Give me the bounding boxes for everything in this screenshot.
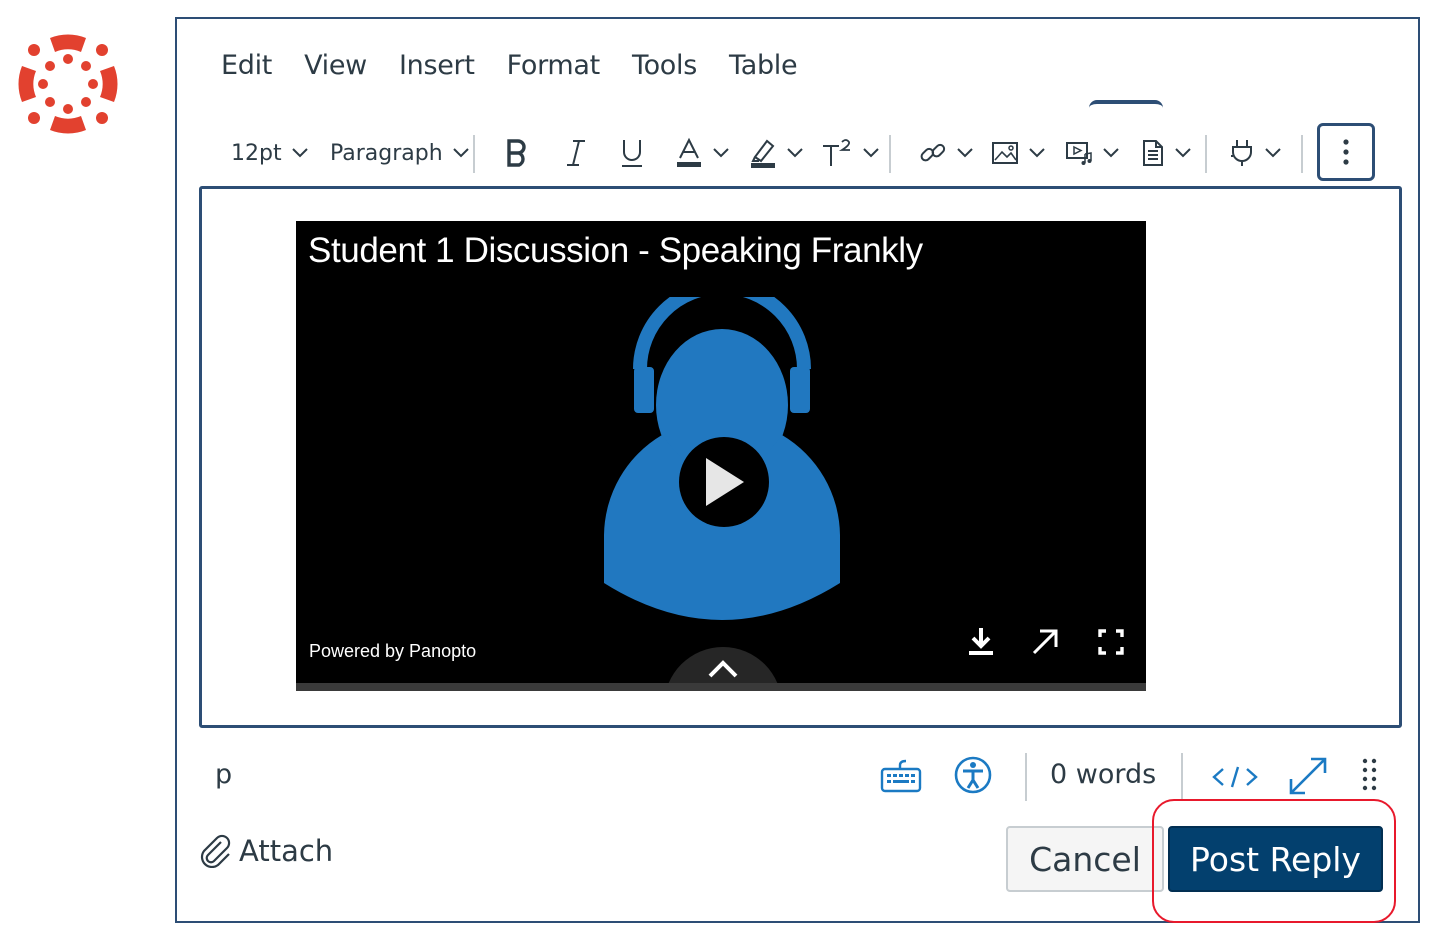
chevron-down-icon bbox=[1029, 148, 1045, 158]
document-button[interactable] bbox=[1141, 121, 1191, 185]
font-size-value: 12pt bbox=[231, 140, 282, 166]
chevron-up-icon bbox=[708, 660, 738, 678]
chevron-down-icon bbox=[1265, 148, 1281, 158]
post-reply-button[interactable]: Post Reply bbox=[1168, 826, 1383, 892]
more-options-button[interactable] bbox=[1317, 123, 1375, 181]
more-options-icon bbox=[1343, 139, 1349, 165]
document-icon bbox=[1143, 140, 1163, 166]
menu-edit[interactable]: Edit bbox=[221, 47, 272, 85]
resize-handle-icon[interactable] bbox=[1361, 757, 1379, 793]
attach-button[interactable]: Attach bbox=[199, 834, 333, 868]
download-icon[interactable] bbox=[964, 625, 998, 659]
underline-button[interactable] bbox=[619, 121, 645, 185]
attach-label: Attach bbox=[239, 834, 334, 868]
powered-by-label: Powered by Panopto bbox=[309, 641, 477, 661]
toolbar-divider bbox=[1205, 135, 1207, 173]
image-icon bbox=[992, 142, 1018, 164]
statusbar-divider bbox=[1181, 753, 1183, 801]
italic-button[interactable] bbox=[565, 121, 587, 185]
text-color-button[interactable] bbox=[675, 121, 729, 185]
editor-toolbar: 12pt Paragraph bbox=[177, 121, 1418, 185]
bold-icon bbox=[507, 139, 526, 167]
cancel-button[interactable]: Cancel bbox=[1006, 826, 1164, 892]
toolbar-divider bbox=[1301, 135, 1303, 173]
open-external-icon[interactable] bbox=[1028, 625, 1062, 659]
embedded-video-player[interactable]: Student 1 Discussion - Speaking Frankly … bbox=[296, 221, 1146, 691]
plug-icon bbox=[1231, 140, 1252, 166]
fullscreen-editor-icon[interactable] bbox=[1287, 755, 1329, 797]
element-path[interactable]: p bbox=[215, 759, 232, 790]
font-size-select[interactable]: 12pt bbox=[231, 121, 308, 185]
image-button[interactable] bbox=[991, 121, 1045, 185]
canvas-logo-icon bbox=[18, 34, 118, 134]
rich-content-editor[interactable]: Student 1 Discussion - Speaking Frankly … bbox=[199, 186, 1402, 728]
menu-table[interactable]: Table bbox=[729, 47, 798, 85]
chevron-down-icon bbox=[1103, 148, 1119, 158]
underline-icon bbox=[622, 140, 642, 167]
chevron-down-icon bbox=[713, 148, 729, 158]
link-button[interactable] bbox=[919, 121, 973, 185]
media-icon bbox=[1066, 142, 1092, 165]
menu-insert[interactable]: Insert bbox=[399, 47, 475, 85]
link-icon bbox=[920, 143, 946, 162]
video-title: Student 1 Discussion - Speaking Frankly bbox=[308, 231, 923, 270]
editor-statusbar: p 0 words bbox=[177, 751, 1418, 801]
accessibility-checker-icon[interactable] bbox=[953, 755, 993, 795]
editor-menubar: Edit View Insert Format Tools Table bbox=[221, 47, 829, 85]
statusbar-divider bbox=[1025, 753, 1027, 801]
chevron-down-icon bbox=[957, 148, 973, 158]
chevron-down-icon bbox=[863, 148, 879, 158]
menu-tools[interactable]: Tools bbox=[632, 47, 697, 85]
chevron-down-icon bbox=[1175, 148, 1191, 158]
block-format-value: Paragraph bbox=[330, 140, 443, 166]
superscript-icon bbox=[823, 139, 851, 166]
media-button[interactable] bbox=[1065, 121, 1119, 185]
menu-view[interactable]: View bbox=[304, 47, 367, 85]
menu-format[interactable]: Format bbox=[507, 47, 601, 85]
keyboard-shortcuts-icon[interactable] bbox=[880, 759, 922, 793]
fullscreen-icon[interactable] bbox=[1094, 625, 1128, 659]
reply-editor-panel: Edit View Insert Format Tools Table 12pt… bbox=[175, 17, 1420, 923]
chevron-down-icon bbox=[787, 148, 803, 158]
italic-icon bbox=[567, 140, 585, 166]
play-icon bbox=[706, 458, 744, 506]
html-editor-icon[interactable] bbox=[1211, 765, 1259, 789]
chevron-down-icon bbox=[452, 148, 469, 158]
toolbar-tab-indicator bbox=[1089, 100, 1163, 108]
toolbar-divider bbox=[889, 135, 891, 173]
video-progress-bar[interactable] bbox=[296, 683, 1146, 691]
superscript-button[interactable] bbox=[821, 121, 879, 185]
chevron-down-icon bbox=[291, 148, 308, 158]
highlight-button[interactable] bbox=[749, 121, 803, 185]
block-format-select[interactable]: Paragraph bbox=[330, 121, 469, 185]
paperclip-icon bbox=[200, 834, 231, 868]
highlight-icon bbox=[751, 139, 775, 168]
bold-button[interactable] bbox=[505, 121, 529, 185]
text-color-icon bbox=[677, 137, 701, 167]
toolbar-divider bbox=[473, 135, 475, 173]
apps-plugin-button[interactable] bbox=[1229, 121, 1281, 185]
play-button[interactable] bbox=[679, 437, 769, 527]
word-count[interactable]: 0 words bbox=[1050, 759, 1156, 790]
